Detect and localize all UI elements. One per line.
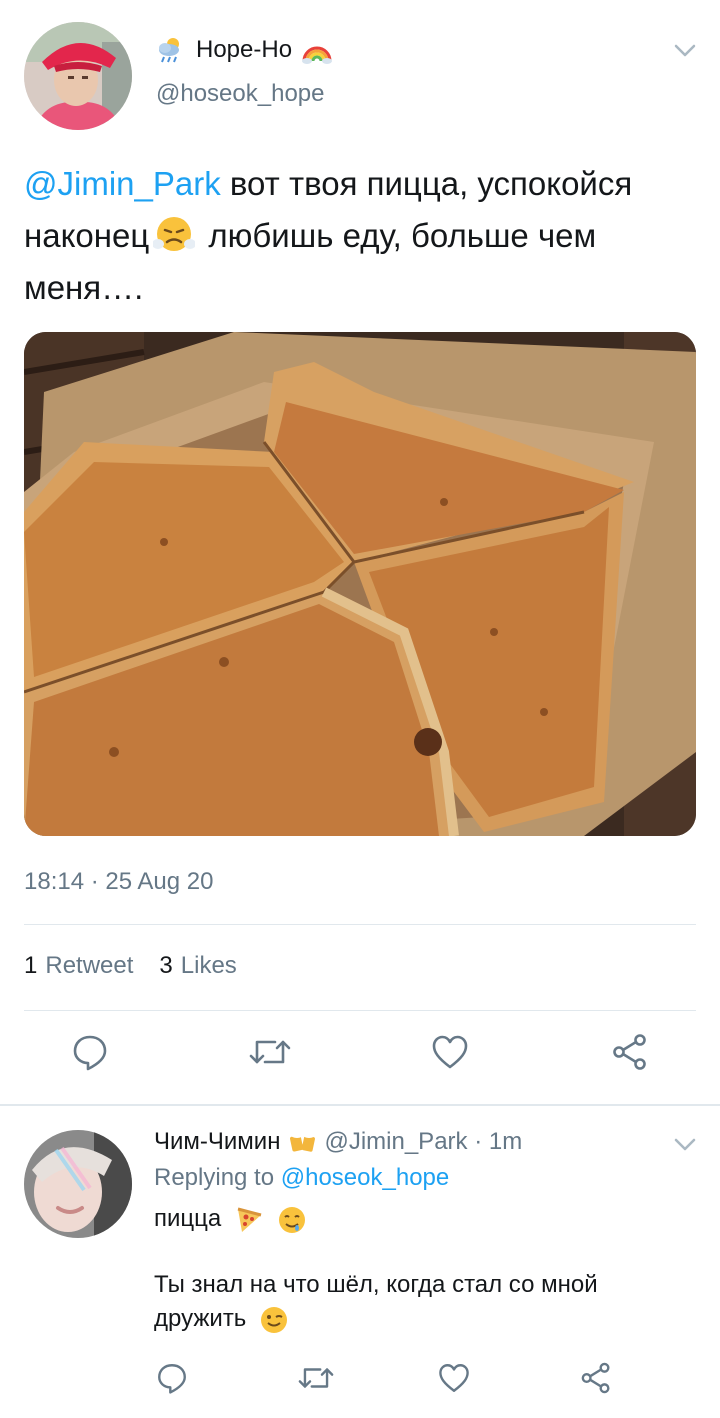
- display-name: Hope-Ho: [196, 36, 293, 63]
- reply-handle-time: @Jimin_Park · 1m: [324, 1128, 523, 1155]
- rainbow-icon: [302, 46, 333, 64]
- retweet-icon: [249, 1040, 291, 1064]
- share-icon: [613, 1034, 646, 1070]
- reply-button[interactable]: [68, 1030, 112, 1074]
- share-button[interactable]: [574, 1356, 618, 1400]
- reply-text: пицца: [154, 1205, 222, 1232]
- reply-text: Ты знал на что шёл, когда стал со мной д…: [154, 1271, 598, 1332]
- timestamp[interactable]: 18:14 · 25 Aug 20: [24, 868, 214, 896]
- reply-button[interactable]: [150, 1356, 194, 1400]
- reply-avatar[interactable]: [24, 1130, 132, 1238]
- heart-icon: [432, 1035, 468, 1069]
- retweet-button[interactable]: [294, 1356, 338, 1400]
- drooling-face-icon: [278, 1206, 305, 1233]
- retweet-button[interactable]: [248, 1030, 292, 1074]
- main-tweet: Hope-Ho @hoseok_hope @Jimin_Park вот тво…: [0, 0, 720, 1104]
- beer-mugs-icon: [290, 1132, 316, 1152]
- share-button[interactable]: [608, 1030, 652, 1074]
- retweets-count[interactable]: 1: [24, 952, 37, 980]
- tweet-photo[interactable]: [24, 332, 696, 836]
- like-button[interactable]: [428, 1030, 472, 1074]
- avatar[interactable]: [24, 22, 132, 130]
- heart-icon: [439, 1364, 469, 1392]
- reply-author-row[interactable]: Чим-Чимин @Jimin_Park · 1m: [154, 1126, 522, 1158]
- likes-label[interactable]: Likes: [181, 952, 237, 980]
- chevron-down-icon[interactable]: [672, 1134, 698, 1154]
- handle[interactable]: @hoseok_hope: [156, 80, 325, 108]
- reply-icon: [73, 1035, 107, 1071]
- divider: [24, 924, 696, 925]
- sun-behind-rain-cloud-icon: [159, 38, 179, 63]
- reply-actions: [0, 1356, 720, 1404]
- replying-to-link[interactable]: @hoseok_hope: [281, 1164, 450, 1191]
- tweet-stats: 1 Retweet 3 Likes: [24, 952, 237, 980]
- reply-icon: [158, 1364, 186, 1394]
- tweet-text: @Jimin_Park вот твоя пицца, успокойся на…: [24, 158, 704, 314]
- divider: [24, 1010, 696, 1011]
- pizza-icon: [237, 1207, 262, 1232]
- like-button[interactable]: [432, 1356, 476, 1400]
- winking-face-icon: [260, 1306, 287, 1333]
- tweet-actions: [0, 1030, 720, 1086]
- reply-display-name: Чим-Чимин: [154, 1128, 281, 1155]
- replying-to: Replying to @hoseok_hope: [154, 1164, 449, 1192]
- reply-text-line1: пицца: [154, 1202, 694, 1236]
- replying-prefix: Replying to: [154, 1164, 281, 1191]
- likes-count[interactable]: 3: [159, 952, 172, 980]
- face-with-steam-from-nose-icon: [153, 217, 196, 251]
- retweets-label[interactable]: Retweet: [45, 952, 133, 980]
- reply-tweet[interactable]: Чим-Чимин @Jimin_Park · 1m Replying to @…: [0, 1106, 720, 1418]
- reply-text-line2: Ты знал на что шёл, когда стал со мной д…: [154, 1268, 694, 1336]
- chevron-down-icon[interactable]: [672, 40, 698, 60]
- mention-link[interactable]: @Jimin_Park: [24, 165, 221, 202]
- retweet-icon: [298, 1368, 334, 1388]
- author-name-row[interactable]: Hope-Ho: [156, 34, 333, 66]
- share-icon: [581, 1362, 610, 1394]
